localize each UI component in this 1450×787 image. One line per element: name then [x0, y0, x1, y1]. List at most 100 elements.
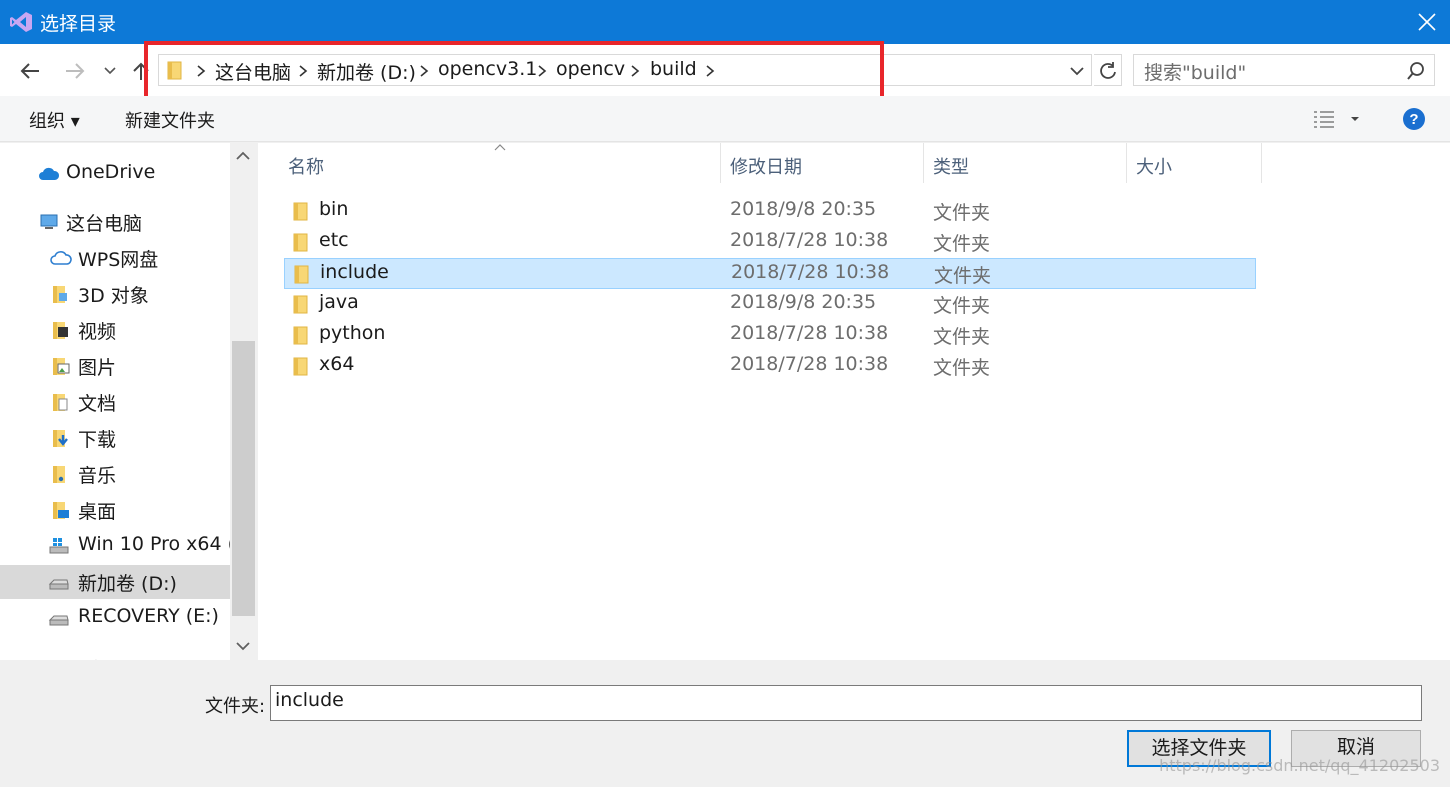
folder-icon: [293, 357, 308, 376]
sidebar-item-label: 视频: [78, 321, 117, 343]
details-view-icon: [1314, 111, 1334, 128]
sidebar-item-3d-objects[interactable]: 3D 对象: [0, 277, 230, 311]
close-icon: [1418, 13, 1436, 31]
desktop-folder-icon: [53, 502, 69, 519]
file-row[interactable]: bin 2018/9/8 20:35 文件夹: [284, 196, 1256, 227]
chevron-down-icon: [1351, 117, 1359, 121]
sidebar-item-label: 新加卷 (D:): [78, 573, 177, 595]
wps-cloud-icon: [50, 251, 72, 265]
sidebar-item-drive-d[interactable]: 新加卷 (D:): [0, 565, 230, 599]
scroll-down-icon[interactable]: [236, 641, 250, 651]
help-icon[interactable]: ?: [1402, 107, 1426, 131]
file-row[interactable]: include 2018/7/28 10:38 文件夹: [284, 258, 1256, 289]
sidebar-item-label: 下载: [78, 429, 117, 451]
sidebar-item-drive-c[interactable]: Win 10 Pro x64 (C: [0, 529, 248, 563]
column-header-name[interactable]: 名称: [278, 143, 720, 183]
sidebar-item-label: 3D 对象: [78, 285, 149, 307]
file-type: 文件夹: [933, 295, 991, 317]
svg-text:?: ?: [1409, 111, 1418, 128]
sidebar-item-desktop[interactable]: 桌面: [0, 493, 230, 527]
navigation-pane: OneDrive 这台电脑 WPS网盘 3D 对象 视频 图片 文档 下载 音乐…: [0, 143, 257, 660]
title-bar: 选择目录: [0, 0, 1450, 44]
forward-arrow-icon[interactable]: [62, 58, 88, 84]
sidebar-item-music[interactable]: 音乐: [0, 457, 230, 491]
folder-name-input[interactable]: include: [270, 685, 1422, 721]
scrollbar-thumb[interactable]: [232, 341, 255, 616]
new-folder-button[interactable]: 新建文件夹: [125, 107, 215, 133]
computer-icon: [40, 214, 58, 229]
sidebar-item-wps[interactable]: WPS网盘: [0, 241, 230, 275]
file-type: 文件夹: [933, 326, 991, 348]
recent-locations-chevron-icon[interactable]: [100, 58, 126, 84]
column-header-label: 大小: [1136, 157, 1172, 178]
file-modified: 2018/7/28 10:38: [730, 229, 889, 251]
drive-icon: [48, 579, 69, 590]
documents-folder-icon: [53, 394, 68, 411]
folder-3d-icon: [53, 286, 67, 303]
file-type: 文件夹: [933, 233, 991, 255]
folder-icon: [294, 265, 309, 284]
sidebar-item-downloads[interactable]: 下载: [0, 421, 230, 455]
file-row[interactable]: java 2018/9/8 20:35 文件夹: [284, 289, 1256, 320]
folder-icon: [293, 326, 308, 345]
sidebar-item-network[interactable]: 网络: [0, 651, 230, 660]
sidebar-item-pictures[interactable]: 图片: [0, 349, 230, 383]
file-name: etc: [319, 229, 349, 251]
file-modified: 2018/7/28 10:38: [731, 261, 890, 283]
refresh-button[interactable]: [1094, 54, 1122, 86]
cloud-icon: [39, 167, 60, 180]
column-header-type[interactable]: 类型: [923, 143, 1126, 183]
file-list: 名称 修改日期 类型 大小 bin 2018/9/8 20:35 文件夹 etc 201…: [258, 143, 1450, 660]
file-name: include: [320, 261, 389, 283]
sidebar-item-label: Win 10 Pro x64 (C: [78, 533, 249, 555]
view-options-button[interactable]: [1312, 108, 1362, 130]
folder-label: 文件夹:: [205, 696, 266, 717]
drive-icon: [48, 615, 69, 626]
column-header-size[interactable]: 大小: [1126, 143, 1261, 183]
file-modified: 2018/9/8 20:35: [730, 291, 877, 313]
column-divider[interactable]: [1261, 143, 1262, 183]
watermark: https://blog.csdn.net/qq_41202503: [1159, 756, 1440, 775]
scroll-up-icon[interactable]: [236, 151, 250, 161]
close-button[interactable]: [1404, 0, 1450, 44]
sidebar-item-this-pc[interactable]: 这台电脑: [0, 205, 230, 239]
file-modified: 2018/7/28 10:38: [730, 353, 889, 375]
window-title: 选择目录: [40, 13, 117, 35]
folder-icon: [293, 202, 308, 221]
sidebar-item-onedrive[interactable]: OneDrive: [0, 157, 230, 191]
column-header-label: 修改日期: [730, 157, 802, 178]
video-folder-icon: [53, 322, 68, 339]
file-row[interactable]: x64 2018/7/28 10:38 文件夹: [284, 351, 1256, 382]
dialog-footer: 文件夹: include 选择文件夹 取消 https://blog.csdn.…: [0, 660, 1450, 787]
file-modified: 2018/9/8 20:35: [730, 198, 877, 220]
sidebar-item-label: 文档: [78, 393, 117, 415]
file-type: 文件夹: [934, 265, 992, 287]
column-header-label: 名称: [288, 157, 324, 178]
search-box[interactable]: 搜索"build": [1133, 54, 1435, 86]
address-dropdown-icon[interactable]: [1069, 64, 1085, 78]
sidebar-item-videos[interactable]: 视频: [0, 313, 230, 347]
sidebar-item-label: 图片: [78, 357, 117, 379]
file-name: bin: [319, 198, 349, 220]
back-arrow-icon[interactable]: [17, 58, 43, 84]
sidebar-item-documents[interactable]: 文档: [0, 385, 230, 419]
organize-menu-button[interactable]: 组织 ▾: [29, 107, 80, 133]
search-icon[interactable]: [1406, 61, 1426, 81]
highlight-annotation-box: [144, 41, 884, 104]
command-toolbar: 组织 ▾ 新建文件夹 ?: [0, 96, 1450, 142]
search-placeholder: 搜索"build": [1144, 62, 1247, 84]
sidebar-item-drive-e[interactable]: RECOVERY (E:): [0, 601, 230, 635]
sidebar-item-label: 这台电脑: [66, 213, 143, 235]
sidebar-item-label: RECOVERY (E:): [78, 605, 219, 627]
folder-icon: [293, 295, 308, 314]
sidebar-item-label: 音乐: [78, 465, 117, 487]
file-row[interactable]: python 2018/7/28 10:38 文件夹: [284, 320, 1256, 351]
sidebar-item-label: OneDrive: [66, 161, 156, 183]
file-row[interactable]: etc 2018/7/28 10:38 文件夹: [284, 227, 1256, 258]
pictures-folder-icon: [53, 358, 70, 375]
column-header-modified[interactable]: 修改日期: [720, 143, 923, 183]
sidebar-item-label: WPS网盘: [78, 249, 159, 271]
windows-drive-icon: [49, 538, 69, 554]
visual-studio-icon: [10, 12, 32, 32]
sidebar-scrollbar[interactable]: [230, 143, 257, 660]
